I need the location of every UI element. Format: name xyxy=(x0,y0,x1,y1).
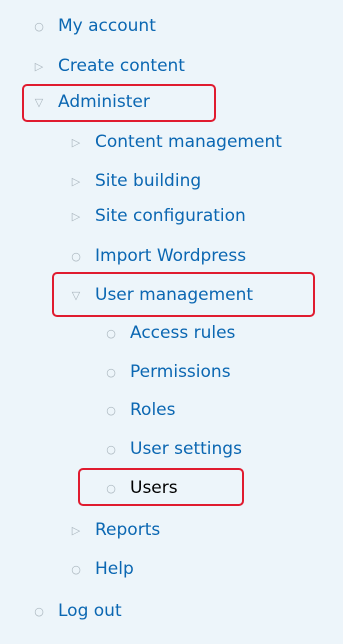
menu-item-label[interactable]: Roles xyxy=(130,400,176,420)
circle-bullet-icon: ○ xyxy=(34,604,44,618)
menu-item-label[interactable]: Content management xyxy=(95,132,282,152)
triangle-down-icon: ▽ xyxy=(34,95,44,109)
menu-item-label[interactable]: Help xyxy=(95,559,134,579)
menu-item-site-building[interactable]: ▷ Site building xyxy=(67,167,201,195)
triangle-right-icon: ▷ xyxy=(71,135,81,149)
circle-bullet-icon: ○ xyxy=(106,481,116,495)
menu-item-my-account[interactable]: ○ My account xyxy=(30,12,156,40)
menu-item-permissions[interactable]: ○ Permissions xyxy=(102,358,231,386)
menu-item-user-management[interactable]: ▽ User management xyxy=(67,281,253,309)
menu-item-user-settings[interactable]: ○ User settings xyxy=(102,435,242,463)
menu-item-label[interactable]: Log out xyxy=(58,601,122,621)
menu-item-label[interactable]: Administer xyxy=(58,92,150,112)
menu-item-users[interactable]: ○ Users xyxy=(102,474,178,502)
menu-item-administer[interactable]: ▽ Administer xyxy=(30,88,150,116)
triangle-right-icon: ▷ xyxy=(71,523,81,537)
menu-item-label[interactable]: Create content xyxy=(58,56,185,76)
menu-item-label[interactable]: Permissions xyxy=(130,362,231,382)
menu-item-label[interactable]: Users xyxy=(130,478,178,498)
menu-item-content-management[interactable]: ▷ Content management xyxy=(67,128,282,156)
menu-item-site-configuration[interactable]: ▷ Site configuration xyxy=(67,202,246,230)
menu-item-create-content[interactable]: ▷ Create content xyxy=(30,52,185,80)
menu-item-label[interactable]: Site configuration xyxy=(95,206,246,226)
menu-item-roles[interactable]: ○ Roles xyxy=(102,396,176,424)
circle-bullet-icon: ○ xyxy=(106,442,116,456)
menu-item-access-rules[interactable]: ○ Access rules xyxy=(102,319,235,347)
menu-item-label[interactable]: Access rules xyxy=(130,323,235,343)
triangle-right-icon: ▷ xyxy=(71,174,81,188)
triangle-right-icon: ▷ xyxy=(71,209,81,223)
circle-bullet-icon: ○ xyxy=(106,403,116,417)
menu-item-reports[interactable]: ▷ Reports xyxy=(67,516,160,544)
circle-bullet-icon: ○ xyxy=(106,326,116,340)
circle-bullet-icon: ○ xyxy=(34,19,44,33)
menu-item-label[interactable]: User settings xyxy=(130,439,242,459)
menu-item-label[interactable]: Site building xyxy=(95,171,201,191)
menu-item-label[interactable]: User management xyxy=(95,285,253,305)
circle-bullet-icon: ○ xyxy=(71,562,81,576)
menu-item-log-out[interactable]: ○ Log out xyxy=(30,597,122,625)
menu-item-label[interactable]: Import Wordpress xyxy=(95,246,246,266)
menu-item-help[interactable]: ○ Help xyxy=(67,555,134,583)
menu-item-label[interactable]: Reports xyxy=(95,520,160,540)
circle-bullet-icon: ○ xyxy=(106,365,116,379)
circle-bullet-icon: ○ xyxy=(71,249,81,263)
menu-item-label[interactable]: My account xyxy=(58,16,156,36)
triangle-down-icon: ▽ xyxy=(71,288,81,302)
menu-item-import-wordpress[interactable]: ○ Import Wordpress xyxy=(67,242,246,270)
triangle-right-icon: ▷ xyxy=(34,59,44,73)
